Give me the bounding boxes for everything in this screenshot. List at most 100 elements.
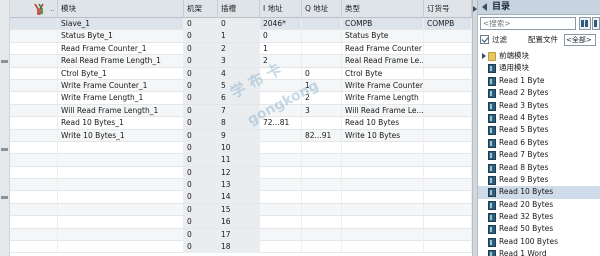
header-slot[interactable]: 插槽	[218, 0, 260, 18]
row-handle-cell[interactable]	[10, 129, 58, 142]
cell-slot[interactable]: 17	[218, 228, 260, 241]
cell-slot[interactable]: 2	[218, 42, 260, 55]
cell-module[interactable]: Write Frame Length_1	[58, 92, 184, 105]
cell-slot[interactable]: 1	[218, 30, 260, 43]
cell-type[interactable]: Read Frame Counter	[342, 42, 424, 55]
row-handle-cell[interactable]	[10, 166, 58, 179]
cell-type[interactable]	[342, 216, 424, 229]
cell-module[interactable]: Ctrol Byte_1	[58, 67, 184, 80]
search-button[interactable]	[579, 17, 591, 30]
cell-rack[interactable]: 0	[184, 117, 218, 130]
cell-slot[interactable]: 0	[218, 18, 260, 30]
row-handle-cell[interactable]	[10, 216, 58, 229]
cell-type[interactable]: Real Read Frame Le...	[342, 55, 424, 68]
cell-i-address[interactable]	[260, 203, 302, 216]
cell-i-address[interactable]: 72...81	[260, 117, 302, 130]
table-row[interactable]: Read 10 Bytes_1 0 8 72...81 Read 10 Bytes	[10, 117, 472, 130]
cell-q-address[interactable]	[302, 30, 342, 43]
cell-q-address[interactable]	[302, 216, 342, 229]
catalog-item[interactable]: 前端模块	[478, 50, 600, 62]
cell-i-address[interactable]: 2	[260, 55, 302, 68]
cell-type[interactable]: Will Read Frame Le...	[342, 104, 424, 117]
table-row[interactable]: Write Frame Length_1 0 6 2 Write Frame Lengt…	[10, 92, 472, 105]
cell-slot[interactable]: 18	[218, 241, 260, 254]
cell-order-number[interactable]	[424, 42, 472, 55]
cell-type[interactable]: Write Frame Length	[342, 92, 424, 105]
cell-rack[interactable]: 0	[184, 104, 218, 117]
table-row[interactable]: 0 16	[10, 216, 472, 229]
cell-q-address[interactable]: 2	[302, 92, 342, 105]
cell-rack[interactable]: 0	[184, 79, 218, 92]
cell-rack[interactable]: 0	[184, 191, 218, 204]
cell-slot[interactable]: 4	[218, 67, 260, 80]
row-handle-cell[interactable]	[10, 18, 58, 30]
catalog-item[interactable]: Read 20 Bytes	[478, 199, 600, 211]
row-handle-cell[interactable]	[10, 55, 58, 68]
cell-rack[interactable]: 0	[184, 67, 218, 80]
cell-module[interactable]	[58, 228, 184, 241]
cell-rack[interactable]: 0	[184, 166, 218, 179]
row-handle-cell[interactable]	[10, 92, 58, 105]
cell-module[interactable]: Read Frame Counter_1	[58, 42, 184, 55]
cell-q-address[interactable]	[302, 55, 342, 68]
collapse-arrow-icon[interactable]	[473, 6, 477, 12]
cell-order-number[interactable]	[424, 30, 472, 43]
table-row[interactable]: 0 14	[10, 191, 472, 204]
cell-order-number[interactable]	[424, 67, 472, 80]
cell-i-address[interactable]	[260, 104, 302, 117]
row-handle-cell[interactable]	[10, 141, 58, 154]
cell-order-number[interactable]	[424, 241, 472, 254]
cell-module[interactable]	[58, 166, 184, 179]
cell-type[interactable]: Status Byte	[342, 30, 424, 43]
header-q-address[interactable]: Q 地址	[302, 0, 342, 18]
cell-module[interactable]: Write 10 Bytes_1	[58, 129, 184, 142]
cell-slot[interactable]: 7	[218, 104, 260, 117]
cell-type[interactable]: Ctrol Byte	[342, 67, 424, 80]
cell-slot[interactable]: 9	[218, 129, 260, 142]
catalog-item[interactable]: Read 1 Word	[478, 248, 600, 256]
cell-module[interactable]	[58, 216, 184, 229]
y-filter-icon[interactable]	[34, 3, 46, 15]
cell-q-address[interactable]	[302, 141, 342, 154]
cell-module[interactable]: Real Read Frame Length_1	[58, 55, 184, 68]
cell-rack[interactable]: 0	[184, 179, 218, 192]
cell-module[interactable]	[58, 241, 184, 254]
catalog-item[interactable]: Read 1 Byte	[478, 75, 600, 87]
row-handle-cell[interactable]	[10, 67, 58, 80]
cell-order-number[interactable]	[424, 117, 472, 130]
expand-arrow-icon[interactable]	[482, 53, 486, 59]
cell-rack[interactable]: 0	[184, 18, 218, 30]
cell-order-number[interactable]	[424, 228, 472, 241]
cell-order-number[interactable]	[424, 191, 472, 204]
catalog-item[interactable]: Read 7 Bytes	[478, 149, 600, 161]
table-row[interactable]: Ctrol Byte_1 0 4 0 Ctrol Byte	[10, 67, 472, 80]
table-row[interactable]: 0 12	[10, 166, 472, 180]
catalog-item[interactable]: Read 2 Bytes	[478, 87, 600, 99]
cell-type[interactable]: Write Frame Counter	[342, 79, 424, 92]
cell-module[interactable]	[58, 154, 184, 167]
cell-rack[interactable]: 0	[184, 129, 218, 142]
cell-type[interactable]: Write 10 Bytes	[342, 129, 424, 142]
table-row[interactable]: 0 18	[10, 241, 472, 254]
cell-slot[interactable]: 12	[218, 166, 260, 179]
cell-rack[interactable]: 0	[184, 241, 218, 254]
collapse-left-icon[interactable]	[482, 3, 487, 11]
cell-order-number[interactable]	[424, 154, 472, 167]
catalog-item[interactable]: Read 8 Bytes	[478, 162, 600, 174]
search-next-button[interactable]	[592, 17, 600, 30]
catalog-item[interactable]: Read 100 Bytes	[478, 236, 600, 248]
cell-order-number[interactable]	[424, 166, 472, 179]
header-rack[interactable]: 机架	[184, 0, 218, 18]
table-row[interactable]: 0 15	[10, 203, 472, 217]
row-handle-cell[interactable]	[10, 117, 58, 130]
cell-i-address[interactable]	[260, 166, 302, 179]
row-handle-cell[interactable]	[10, 30, 58, 43]
row-handle-cell[interactable]	[10, 191, 58, 204]
cell-q-address[interactable]	[302, 166, 342, 179]
cell-i-address[interactable]	[260, 92, 302, 105]
cell-slot[interactable]: 8	[218, 117, 260, 130]
cell-q-address[interactable]	[302, 179, 342, 192]
cell-slot[interactable]: 15	[218, 203, 260, 216]
table-row[interactable]: Write Frame Counter_1 0 5 1 Write Frame Coun…	[10, 79, 472, 93]
cell-rack[interactable]: 0	[184, 55, 218, 68]
